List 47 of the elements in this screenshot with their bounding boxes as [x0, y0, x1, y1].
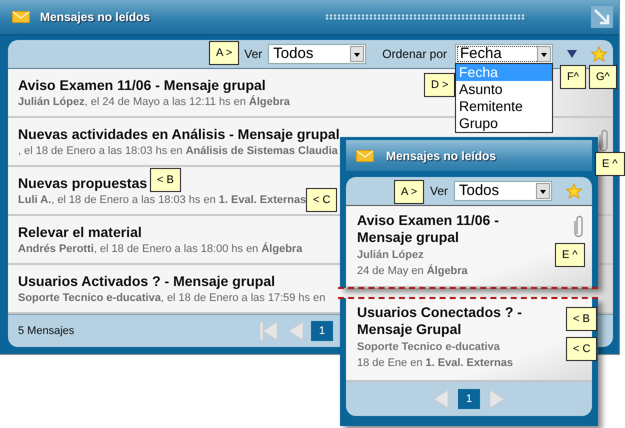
callout-label: < C [566, 337, 598, 361]
message-subject: Aviso Examen 11/06 - Mensaje grupal [18, 77, 266, 93]
callout-label: A > [209, 41, 240, 65]
message-count: 5 Mensajes [18, 325, 74, 337]
message-meta: Soporte Tecnico e-ducativa, el 18 de Enero a las 17:59 hs en [18, 292, 326, 304]
message-subject: Nuevas propuestas [18, 175, 148, 191]
sort-dropdown[interactable]: Fecha [455, 44, 553, 64]
callout-label: E ^ [555, 243, 585, 267]
star-icon[interactable] [591, 46, 607, 62]
triangle-down-icon[interactable] [567, 50, 577, 58]
envelope-icon [12, 11, 30, 23]
window-title: Mensajes no leídos [40, 10, 150, 24]
message-sender: Soporte Tecnico e-ducativa [357, 341, 500, 353]
callout-label: < C [306, 188, 338, 212]
message-sender: Julián López [357, 249, 424, 261]
message-subject: Relevar el material [18, 224, 142, 240]
page-button[interactable]: 1 [311, 321, 333, 341]
message-meta: , el 18 de Enero a las 18:03 hs en Análisis de Sistemas Claudia [18, 145, 338, 157]
message-meta: Julián López, el 24 de Mayo a las 12:11 hs en Álgebra [18, 96, 290, 108]
window-title: Mensajes no leídos [386, 148, 496, 162]
caret-icon [350, 46, 364, 62]
message-meta: 18 de Ene en 1. Eval. Externas [357, 357, 513, 369]
filter-label: Ver [244, 47, 262, 61]
menu-option[interactable]: Asunto [456, 81, 552, 98]
message-meta: 24 de May en Álgebra [357, 265, 468, 277]
envelope-icon [356, 150, 374, 162]
message-subject: Usuarios Activados ? - Mensaje grupal [18, 273, 275, 289]
callout-label: A > [394, 180, 424, 204]
callout-label: < B [150, 168, 181, 192]
caret-icon [537, 46, 551, 62]
message-meta: Luli A., el 18 de Enero a las 18:03 hs en 1. Eval. Externas [18, 194, 306, 206]
callout-label: D > [424, 73, 456, 97]
filter-dropdown[interactable]: Todos [454, 181, 552, 201]
filter-label: Ver [430, 184, 448, 198]
callout-label: G^ [589, 65, 617, 89]
callout-label: E ^ [595, 152, 625, 176]
filter-dropdown[interactable]: Todos [268, 44, 366, 64]
callout-label: < B [566, 307, 597, 331]
menu-option[interactable]: Grupo [456, 115, 552, 132]
sort-label: Ordenar por [382, 47, 447, 61]
caret-icon [536, 183, 550, 199]
menu-option[interactable]: Remitente [456, 98, 552, 115]
callout-label: F^ [560, 65, 586, 89]
star-icon[interactable] [566, 183, 582, 199]
message-subject: Nuevas actividades en Análisis - Mensaje grupal [18, 126, 340, 142]
message-meta: Andrés Perotti, el 18 de Enero a las 18:00 hs en Álgebra [18, 243, 302, 255]
page-button[interactable]: 1 [458, 389, 480, 409]
